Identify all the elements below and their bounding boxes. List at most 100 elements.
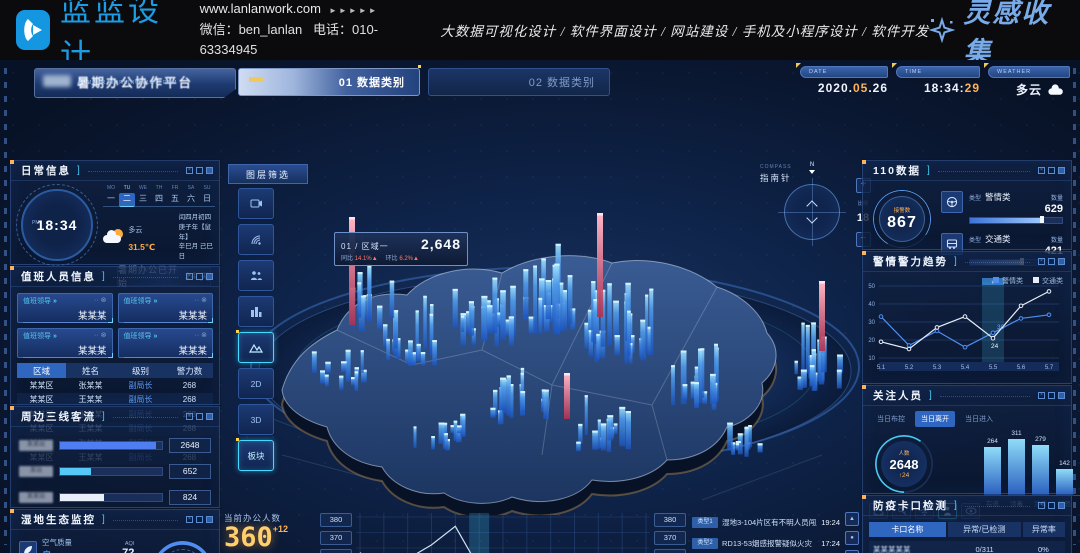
duty-leader-cards: 值班领导 »·· ⊗某某某值班领导 »·· ⊗某某某值班领导 »·· ⊗某某某值… (17, 293, 213, 358)
inspiration-collect[interactable]: 灵感收集 (929, 0, 1058, 69)
weekday-su: SU日 (199, 185, 215, 207)
y-tick: 370 (654, 531, 686, 545)
svg-text:40: 40 (868, 302, 875, 308)
weekday-sa: SA六 (183, 185, 199, 207)
duty-table-row: 某某区王某某副局长268 (17, 393, 213, 408)
cloud-icon (1048, 83, 1067, 96)
legend-item: 警情类 (993, 276, 1023, 286)
svg-text:5.3: 5.3 (933, 365, 942, 371)
weekday-we: WE三 (135, 185, 151, 207)
weekday-fr: FR五 (167, 185, 183, 207)
duty-leader-card[interactable]: 值班领导 »·· ⊗某某某 (17, 293, 113, 323)
office-chart-y-axis-left: 380370360350340 (320, 513, 352, 553)
window-controls[interactable]: × (1038, 392, 1065, 399)
layer-button-3D[interactable]: 3D (238, 404, 274, 435)
panel-wetland-eco: 湿地生态监控]× 空气质量良AQI72环境噪音正常分贝61 - 69% - ▶◀ (10, 509, 220, 553)
checkpoint-header[interactable]: 异常率 (1023, 522, 1065, 537)
panel-daily-info: 日常信息]× 18:34 PM MO一TU二WE三TH四FR五SA六SU日 多云… (10, 160, 220, 265)
partly-cloudy-icon (103, 229, 124, 245)
trend-legend: 警情类交通类 (993, 276, 1063, 286)
panel-title: 日常信息 (21, 163, 71, 178)
compass[interactable]: N (772, 172, 852, 252)
svg-text:30: 30 (997, 324, 1005, 331)
svg-text:5.1: 5.1 (877, 365, 886, 371)
svg-text:5.5: 5.5 (989, 365, 998, 371)
lunar-calendar-text: 闰四月初四庚子年【鼠年】辛巳月 己巳日 (179, 213, 219, 262)
focus-tabs: 当日布控当日离开当日进入 (871, 411, 1071, 427)
lanlan-logo-icon (16, 10, 50, 50)
layer-button-板块[interactable]: 板块 (238, 440, 274, 471)
window-controls[interactable]: × (186, 273, 213, 280)
layer-button-crowd[interactable] (238, 260, 274, 291)
police-calls-gauge: 接警数867 (873, 190, 931, 248)
alert-scroll-up[interactable]: ▲ (845, 512, 859, 526)
y-tick: 360 (320, 549, 352, 553)
alert-list: 类型1湿地3-104片区有不明人员闯入19:24类型2RD13-53烟感报警疑似… (692, 512, 840, 553)
weekday-strip: MO一TU二WE三TH四FR五SA六SU日 (103, 185, 219, 207)
layer-button-signal[interactable] (238, 224, 274, 255)
checkpoint-header[interactable]: 卡口名称 (869, 522, 946, 537)
svg-text:5.4: 5.4 (961, 365, 970, 371)
window-controls[interactable]: × (186, 516, 213, 523)
platform-subtitle: SUMMER WORKING PLATFORM (78, 80, 177, 86)
svg-text:50: 50 (868, 284, 875, 290)
layer-button-mountain[interactable] (238, 332, 274, 363)
weather-text: 多云 (128, 227, 142, 234)
duty-leader-card[interactable]: 值班领导 »·· ⊗某某某 (17, 328, 113, 358)
window-controls[interactable]: × (186, 413, 213, 420)
website-link[interactable]: www.lanlanwork.com (200, 1, 321, 16)
inspiration-collect-label: 灵感收集 (963, 0, 1058, 69)
focus-tab[interactable]: 当日离开 (915, 411, 955, 427)
legend-item: 交通类 (1033, 276, 1063, 286)
svg-text:5.2: 5.2 (905, 365, 914, 371)
weather-segment: WEATHER 多云 (988, 66, 1070, 96)
layer-button-camera[interactable] (238, 188, 274, 219)
alert-scroll-dot[interactable]: ● (845, 531, 859, 545)
panel-passenger-flow: 周边三线客流]× 某某站2648某站652某某站824 (10, 406, 220, 508)
checkpoint-header[interactable]: 异常/已检测 (948, 522, 1021, 537)
checkpoint-rows: 某某某某某0/3110%某某某某0/890%某某某某某0/890%某某某某2/1… (863, 541, 1071, 553)
services-tagline: 大数据可视化设计 / 软件界面设计 / 网站建设 / 手机及小程序设计 / 软件… (440, 20, 929, 40)
trend-line-chart: 5040302010∨30245.15.25.35.45.55.65.7 (863, 274, 1063, 380)
time-segment: TIME 18:34:29 (896, 66, 980, 96)
focus-bar (1056, 469, 1073, 495)
eco-gauge: - 69% - ▶◀ (152, 541, 213, 553)
svg-text:5.6: 5.6 (1017, 365, 1026, 371)
tab-data-category-1[interactable]: 01 数据类别 (238, 68, 420, 96)
date-label: DATE (809, 69, 827, 75)
panel-duty-staff: 值班人员信息]× 值班领导 »·· ⊗某某某值班领导 »·· ⊗某某某值班领导 … (10, 266, 220, 405)
flow-bar-row: 某站652 (19, 464, 211, 479)
flow-bar-row: 某某站824 (19, 490, 211, 505)
focus-tab[interactable]: 当日进入 (959, 411, 999, 427)
y-tick: 370 (320, 531, 352, 545)
weather-label: WEATHER (997, 69, 1031, 75)
tab-data-category-2[interactable]: 02 数据类别 (428, 68, 610, 96)
weekday-mo: MO一 (103, 185, 119, 207)
panel-trend: 警情警力趋势]× 警情类交通类 5040302010∨30245.15.25.3… (862, 251, 1072, 384)
alert-scroll-controls: ▲ ● ▼ (845, 512, 859, 553)
wechat-text: 微信：ben_lanlan (200, 22, 303, 37)
alert-row[interactable]: 类型1湿地3-104片区有不明人员闯入19:24 (692, 512, 840, 533)
alert-row[interactable]: 类型2RD13-53烟感报警疑似火灾17:24 (692, 533, 840, 553)
arrows-decoration: ►►►►► (329, 6, 379, 15)
window-controls[interactable]: × (1038, 258, 1065, 265)
window-controls[interactable]: × (186, 167, 213, 174)
analog-clock: 18:34 PM (21, 189, 93, 261)
dashboard-screenshot: 蓝蓝设计 www.lanlanwork.com►►►►► 微信：ben_lanl… (0, 0, 1080, 553)
duty-leader-card[interactable]: 值班领导 »·· ⊗某某某 (118, 293, 214, 323)
focus-tab[interactable]: 当日布控 (871, 411, 911, 427)
layer-filter-buttons: 2D 3D 板块 (238, 188, 274, 471)
focus-bar (1032, 445, 1049, 495)
window-controls[interactable]: × (1038, 167, 1065, 174)
svg-text:24: 24 (991, 343, 999, 350)
map-tooltip: 01 / 区域一2,648 同比 14.1%▲环比 6.2%▲ (334, 232, 468, 266)
focus-bar (1008, 439, 1025, 495)
call-type-row: 类型警情类数量629 (941, 191, 1063, 224)
city-3d-map[interactable] (222, 155, 862, 515)
window-controls[interactable]: × (1038, 502, 1065, 509)
layer-button-2D[interactable]: 2D (238, 368, 274, 399)
layer-filter-title: 图层筛选 (228, 164, 308, 184)
weather-value: 多云 (1016, 81, 1042, 98)
duty-leader-card[interactable]: 值班领导 »·· ⊗某某某 (118, 328, 214, 358)
layer-button-building[interactable] (238, 296, 274, 327)
